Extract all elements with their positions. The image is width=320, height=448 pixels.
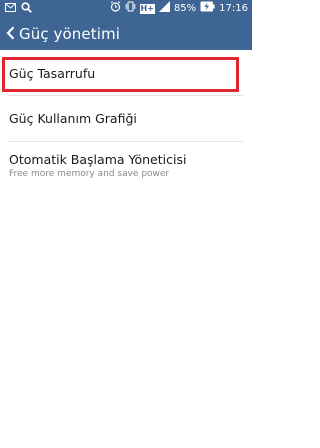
action-bar: Güç yönetimi (0, 18, 252, 50)
menu-item-title: Güç Tasarrufu (9, 66, 96, 81)
menu-item-title: Otomatik Başlama Yöneticisi (9, 152, 187, 167)
hplus-signal-icon: H+ (139, 4, 155, 14)
back-button[interactable]: Güç yönetimi (0, 18, 120, 50)
alarm-icon (110, 0, 121, 18)
vibrate-icon (125, 0, 136, 18)
status-bar: H+ 85% 17:16 (0, 0, 252, 18)
status-right: H+ 85% 17:16 (110, 0, 248, 18)
menu-item-auto-start-manager[interactable]: Otomatik Başlama Yöneticisi Free more me… (0, 142, 252, 194)
menu-item-subtitle: Free more memory and save power (9, 169, 170, 179)
search-icon (21, 2, 32, 16)
menu-item-power-usage-chart[interactable]: Güç Kullanım Grafiği (0, 96, 252, 142)
menu-list: Güç Tasarrufu Güç Kullanım Grafiği Otoma… (0, 50, 252, 194)
status-left (5, 2, 32, 16)
clock: 17:16 (219, 3, 248, 14)
mail-icon (5, 3, 16, 15)
menu-item-power-saving[interactable]: Güç Tasarrufu (0, 50, 252, 96)
screen: H+ 85% 17:16 Güç yönetimi Güç Tasarrufu … (0, 0, 252, 448)
page-title[interactable]: Güç yönetimi (19, 25, 120, 43)
battery-charging-icon (200, 1, 215, 18)
cell-signal-icon (158, 0, 170, 18)
battery-percent: 85% (173, 3, 197, 14)
chevron-left-icon[interactable] (6, 25, 15, 44)
menu-item-title: Güç Kullanım Grafiği (9, 111, 137, 126)
